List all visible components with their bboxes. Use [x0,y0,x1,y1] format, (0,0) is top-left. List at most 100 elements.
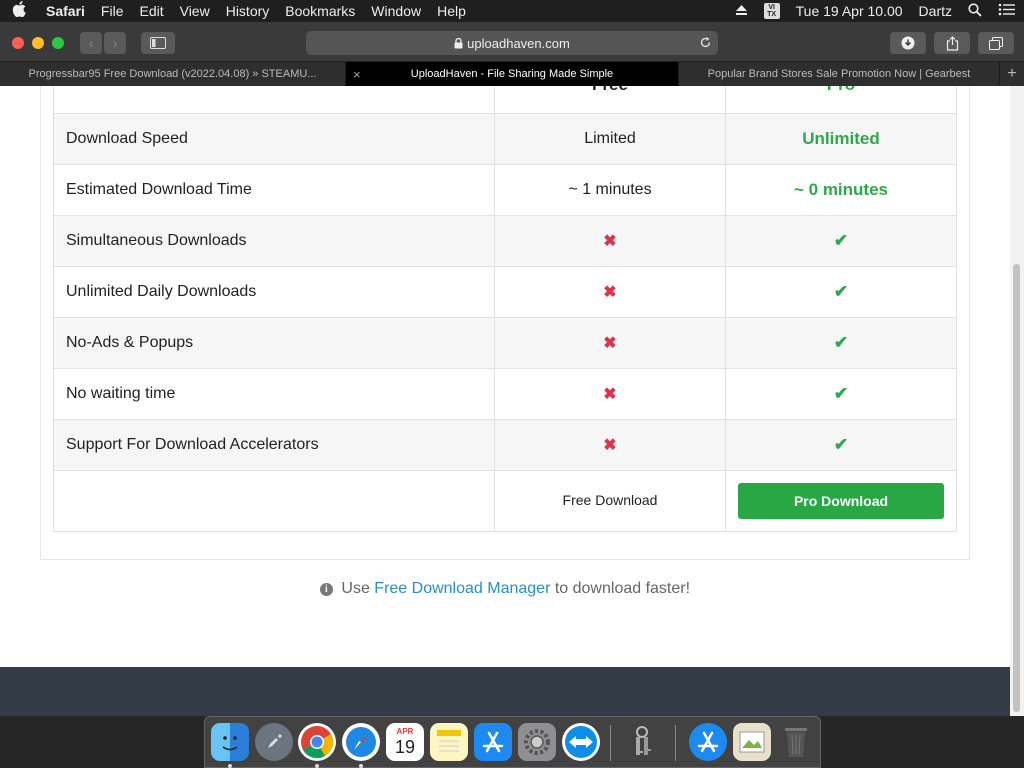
app-store-icon[interactable] [474,723,512,761]
input-source-icon[interactable]: VI TX [756,3,788,19]
table-row: Estimated Download Time ~ 1 minutes ~ 0 … [53,164,957,216]
finder-running-dot [228,764,232,768]
dock: APR 19 [204,716,821,768]
notes-icon[interactable] [430,723,468,761]
tab-gearbest[interactable]: Popular Brand Stores Sale Promotion Now … [679,62,1000,86]
menu-view[interactable]: View [172,3,218,19]
tab-overview-button[interactable] [978,32,1014,54]
eject-icon[interactable] [727,3,756,19]
menu-edit[interactable]: Edit [131,3,171,19]
clock[interactable]: Tue 19 Apr 10.00 [788,3,911,19]
browser-toolbar: ‹ › uploadhaven.com [0,22,1024,62]
tab-progressbar95[interactable]: Progressbar95 Free Download (v2022.04.08… [0,62,346,86]
header-free: Free [494,86,726,114]
share-button[interactable] [934,32,970,54]
free-value: Limited [494,113,726,165]
pro-value: Unlimited [725,113,957,165]
pro-download-button[interactable]: Pro Download [738,483,944,519]
empty-cell [53,470,495,532]
feature-name: Support For Download Accelerators [53,419,495,471]
trash-icon[interactable] [777,723,815,761]
calendar-icon[interactable]: APR 19 [386,723,424,761]
preview-stack-icon[interactable] [733,723,771,761]
feature-name: No waiting time [53,368,495,420]
sidebar-icon [150,37,166,49]
plan-comparison-table: Free Pro Download Speed Limited Unlimite… [53,86,957,532]
app-menu-safari[interactable]: Safari [38,3,93,19]
feature-name: Simultaneous Downloads [53,215,495,267]
table-header-row: Free Pro [53,86,957,114]
free-download-manager-link[interactable]: Free Download Manager [374,580,550,597]
address-bar[interactable]: uploadhaven.com [306,31,718,55]
free-download-cell: Free Download [494,470,726,532]
cross-icon: ✖ [494,317,726,369]
download-buttons-row: Free Download Pro Download [53,470,957,532]
teamviewer-icon[interactable] [562,723,600,761]
app-store-downloads-icon[interactable] [689,723,727,761]
safari-running-dot [359,764,363,768]
chevron-right-icon: › [112,35,118,51]
reload-icon[interactable] [699,36,712,49]
info-icon: i [319,583,333,596]
feature-name: Download Speed [53,113,495,165]
check-icon: ✔ [725,368,957,420]
forward-button[interactable]: › [104,32,126,54]
free-download-button[interactable]: Free Download [563,492,658,508]
zoom-window-button[interactable] [52,37,64,49]
menu-history[interactable]: History [218,3,278,19]
tab-uploadhaven[interactable]: × UploadHaven - File Sharing Made Simple [346,62,679,86]
note-prefix: Use [341,580,370,597]
table-row: No waiting time ✖ ✔ [53,368,957,420]
share-icon [946,35,958,51]
scrollbar-thumb[interactable] [1013,264,1020,712]
sidebar-toggle-button[interactable] [141,32,175,54]
close-tab-icon[interactable]: × [353,67,361,82]
free-value: ~ 1 minutes [494,164,726,216]
header-feature [53,86,495,114]
lock-icon [454,37,463,48]
check-icon: ✔ [725,317,957,369]
cross-icon: ✖ [494,368,726,420]
system-preferences-icon[interactable] [518,723,556,761]
chrome-running-dot [315,764,319,768]
new-tab-button[interactable]: + [1000,62,1024,86]
check-icon: ✔ [725,215,957,267]
header-pro: Pro [725,86,957,114]
notification-center-icon[interactable] [990,3,1024,19]
finder-icon[interactable] [211,723,249,761]
table-row: Download Speed Limited Unlimited [53,113,957,165]
spotlight-search-icon[interactable] [960,2,990,20]
feature-name: No-Ads & Popups [53,317,495,369]
menu-bookmarks[interactable]: Bookmarks [277,3,363,19]
check-icon: ✔ [725,266,957,318]
page-footer [0,667,1010,716]
download-manager-note: i Use Free Download Manager to download … [0,580,1010,598]
user-name[interactable]: Dartz [911,3,960,19]
apple-menu-icon[interactable] [0,1,38,21]
tabs-icon [989,36,1003,50]
launchpad-icon[interactable] [255,723,293,761]
back-button[interactable]: ‹ [80,32,102,54]
url-text: uploadhaven.com [467,35,570,51]
cross-icon: ✖ [494,419,726,471]
download-arrow-icon [901,36,915,50]
chrome-icon[interactable] [298,723,336,761]
menu-help[interactable]: Help [429,3,474,19]
minimize-window-button[interactable] [32,37,44,49]
cross-icon: ✖ [494,215,726,267]
cross-icon: ✖ [494,266,726,318]
feature-name: Estimated Download Time [53,164,495,216]
downloads-button[interactable] [890,32,926,54]
check-icon: ✔ [725,419,957,471]
menu-window[interactable]: Window [363,3,429,19]
table-row: Support For Download Accelerators ✖ ✔ [53,419,957,471]
close-window-button[interactable] [12,37,24,49]
table-row: Unlimited Daily Downloads ✖ ✔ [53,266,957,318]
keychain-access-icon[interactable] [623,723,661,761]
menu-file[interactable]: File [93,3,132,19]
safari-icon[interactable] [342,723,380,761]
chevron-left-icon: ‹ [88,35,94,51]
table-row: No-Ads & Popups ✖ ✔ [53,317,957,369]
page-scrollbar[interactable] [1010,86,1024,716]
web-page: Free Pro Download Speed Limited Unlimite… [0,86,1010,716]
